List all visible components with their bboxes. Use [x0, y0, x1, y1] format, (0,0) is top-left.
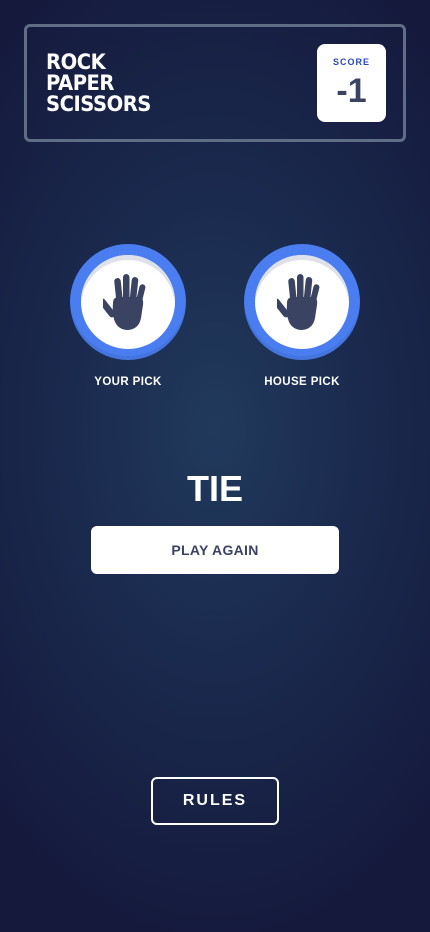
house-pick-label: HOUSE PICK	[264, 376, 340, 388]
title-line-rock: ROCK	[46, 50, 106, 74]
your-pick-token-face	[81, 255, 175, 349]
title-line-paper: PAPER	[46, 71, 115, 95]
game-title: ROCK PAPER SCISSORS	[46, 52, 151, 115]
result-text: TIE	[186, 468, 243, 509]
play-again-button[interactable]: PLAY AGAIN	[91, 526, 339, 574]
score-label: SCORE	[332, 57, 370, 67]
hand-paper-icon	[277, 274, 320, 330]
score-value: -1	[336, 72, 367, 110]
house-pick-token	[244, 244, 360, 360]
hand-paper-icon	[103, 274, 146, 330]
your-pick-label: YOUR PICK	[94, 376, 162, 388]
your-pick-token	[70, 244, 186, 360]
house-pick-token-face	[255, 255, 349, 349]
title-line-scissors: SCISSORS	[46, 92, 151, 116]
rules-button[interactable]: RULES	[151, 777, 279, 825]
game-header: ROCK PAPER SCISSORS SCORE -1	[24, 24, 406, 142]
score-box: SCORE -1	[317, 44, 386, 122]
